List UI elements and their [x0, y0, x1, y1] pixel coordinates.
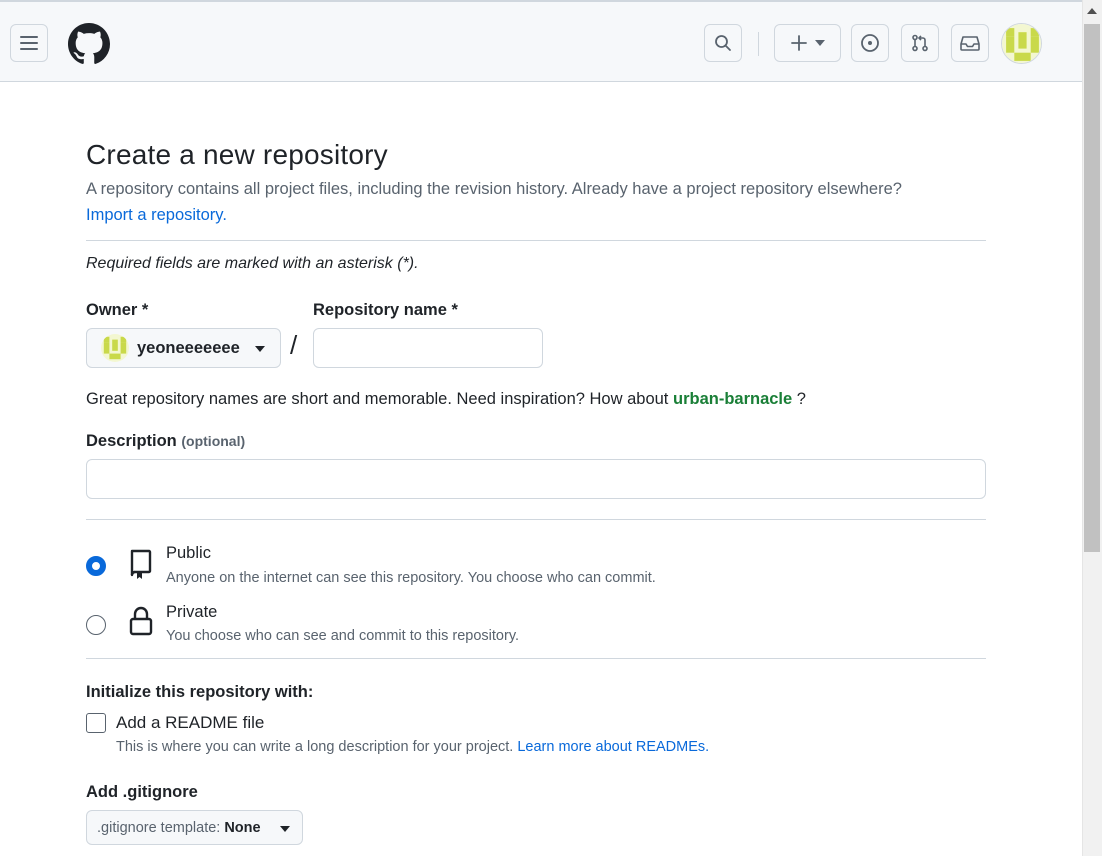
description-input[interactable]: [86, 459, 986, 499]
user-avatar[interactable]: [1001, 23, 1042, 64]
repository-name-hint: Great repository names are short and mem…: [86, 390, 806, 409]
owner-avatar: [101, 334, 129, 362]
gitignore-label: Add .gitignore: [86, 783, 198, 801]
repository-name-label: Repository name *: [313, 301, 458, 319]
top-navigation-bar: [0, 0, 1082, 82]
optional-tag: (optional): [181, 433, 246, 449]
gitignore-template-dropdown[interactable]: .gitignore template: None: [86, 810, 303, 845]
hint-text: Great repository names are short and mem…: [86, 390, 669, 408]
owner-label: Owner *: [86, 301, 149, 319]
owner-name: yeoneeeeeee: [137, 338, 240, 357]
page-title: Create a new repository: [86, 139, 388, 170]
gitignore-value: None: [224, 819, 261, 836]
repository-name-input[interactable]: [313, 328, 543, 368]
inbox-button[interactable]: [951, 24, 989, 62]
private-title: Private: [166, 603, 218, 621]
initialize-label: Initialize this repository with:: [86, 683, 314, 701]
owner-repo-separator: /: [290, 330, 298, 360]
owner-dropdown[interactable]: yeoneeeeeee: [86, 328, 281, 368]
divider: [86, 240, 986, 241]
github-logo-icon[interactable]: [68, 23, 110, 65]
suggested-name-link[interactable]: urban-barnacle: [673, 390, 792, 408]
page-subtitle: A repository contains all project files,…: [86, 180, 902, 198]
learn-more-readmes-link[interactable]: Learn more about READMEs.: [517, 739, 709, 755]
hint-suffix: ?: [796, 390, 806, 408]
divider: [86, 658, 986, 659]
chevron-down-icon: [280, 826, 290, 832]
scroll-up-arrow-icon[interactable]: [1087, 8, 1097, 14]
description-label-text: Description: [86, 432, 177, 450]
search-icon: [715, 35, 731, 51]
divider: [86, 519, 986, 520]
public-description: Anyone on the internet can see this repo…: [166, 570, 656, 586]
issue-opened-icon: [861, 34, 879, 52]
readme-description-text: This is where you can write a long descr…: [116, 739, 514, 755]
identicon-icon: [1002, 24, 1041, 63]
gitignore-prefix: .gitignore template:: [97, 819, 221, 836]
plus-icon: [790, 35, 807, 51]
repo-book-icon: [130, 549, 152, 579]
public-radio[interactable]: [86, 556, 106, 576]
hamburger-menu-icon: [20, 36, 38, 50]
private-description: You choose who can see and commit to thi…: [166, 628, 520, 644]
scrollbar-thumb[interactable]: [1084, 24, 1100, 552]
add-readme-checkbox[interactable]: [86, 713, 106, 733]
chevron-down-icon: [255, 346, 265, 352]
import-repository-link[interactable]: Import a repository.: [86, 206, 227, 225]
required-fields-note: Required fields are marked with an aster…: [86, 255, 419, 272]
lock-icon: [129, 606, 153, 636]
pull-requests-button[interactable]: [901, 24, 939, 62]
chevron-down-icon: [814, 40, 825, 46]
public-title: Public: [166, 544, 211, 562]
identicon-icon: [101, 334, 129, 362]
git-pull-request-icon: [912, 34, 928, 52]
private-radio[interactable]: [86, 615, 106, 635]
add-readme-label[interactable]: Add a README file: [116, 713, 264, 733]
hamburger-menu-button[interactable]: [10, 24, 48, 62]
description-label: Description (optional): [86, 432, 245, 451]
readme-description: This is where you can write a long descr…: [116, 739, 709, 755]
issues-button[interactable]: [851, 24, 889, 62]
inbox-icon: [960, 36, 980, 51]
create-new-button[interactable]: [774, 24, 841, 62]
header-divider: [758, 32, 759, 56]
search-button[interactable]: [704, 24, 742, 62]
